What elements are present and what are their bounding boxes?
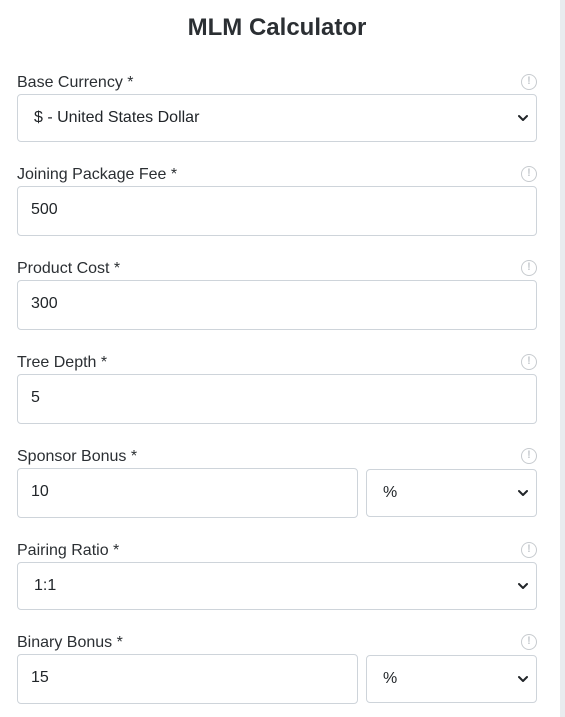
joining-fee-input[interactable]: 500 — [17, 186, 537, 236]
product-cost-value: 300 — [31, 295, 58, 312]
page-edge-divider — [560, 0, 565, 717]
chevron-down-icon — [518, 676, 528, 682]
base-currency-field: Base Currency * ! $ - United States Doll… — [17, 74, 537, 144]
info-circle-icon[interactable]: ! — [521, 634, 537, 650]
tree-depth-field: Tree Depth * ! 5 — [17, 354, 537, 426]
info-circle-icon[interactable]: ! — [521, 74, 537, 90]
sponsor-bonus-unit-select[interactable]: % — [366, 469, 537, 517]
base-currency-select[interactable]: $ - United States Dollar — [17, 94, 537, 142]
joining-fee-value: 500 — [31, 201, 58, 218]
joining-fee-label: Joining Package Fee * — [17, 166, 178, 183]
binary-bonus-field: Binary Bonus * ! 15 % — [17, 634, 537, 706]
pairing-ratio-field: Pairing Ratio * ! 1:1 — [17, 542, 537, 612]
product-cost-label: Product Cost * — [17, 260, 121, 277]
product-cost-field: Product Cost * ! 300 — [17, 260, 537, 332]
page-title: MLM Calculator — [187, 14, 367, 41]
pairing-ratio-select[interactable]: 1:1 — [17, 562, 537, 610]
info-circle-icon[interactable]: ! — [521, 448, 537, 464]
binary-bonus-value: 15 — [31, 669, 49, 686]
sponsor-bonus-input[interactable]: 10 — [17, 468, 358, 518]
chevron-down-icon — [518, 490, 528, 496]
binary-bonus-label: Binary Bonus * — [17, 634, 123, 651]
sponsor-bonus-unit: % — [383, 484, 398, 501]
tree-depth-input[interactable]: 5 — [17, 374, 537, 424]
info-circle-icon[interactable]: ! — [521, 260, 537, 276]
binary-bonus-input[interactable]: 15 — [17, 654, 358, 704]
joining-fee-field: Joining Package Fee * ! 500 — [17, 166, 537, 238]
info-circle-icon[interactable]: ! — [521, 542, 537, 558]
sponsor-bonus-field: Sponsor Bonus * ! 10 % — [17, 448, 537, 520]
pairing-ratio-value: 1:1 — [34, 577, 57, 594]
chevron-down-icon — [518, 115, 528, 121]
sponsor-bonus-value: 10 — [31, 483, 49, 500]
info-circle-icon[interactable]: ! — [521, 354, 537, 370]
sponsor-bonus-label: Sponsor Bonus * — [17, 448, 138, 465]
base-currency-label: Base Currency * — [17, 74, 134, 91]
chevron-down-icon — [518, 583, 528, 589]
tree-depth-label: Tree Depth * — [17, 354, 108, 371]
tree-depth-value: 5 — [31, 389, 40, 406]
base-currency-value: $ - United States Dollar — [34, 109, 200, 126]
pairing-ratio-label: Pairing Ratio * — [17, 542, 120, 559]
product-cost-input[interactable]: 300 — [17, 280, 537, 330]
info-circle-icon[interactable]: ! — [521, 166, 537, 182]
binary-bonus-unit-select[interactable]: % — [366, 655, 537, 703]
binary-bonus-unit: % — [383, 670, 398, 687]
